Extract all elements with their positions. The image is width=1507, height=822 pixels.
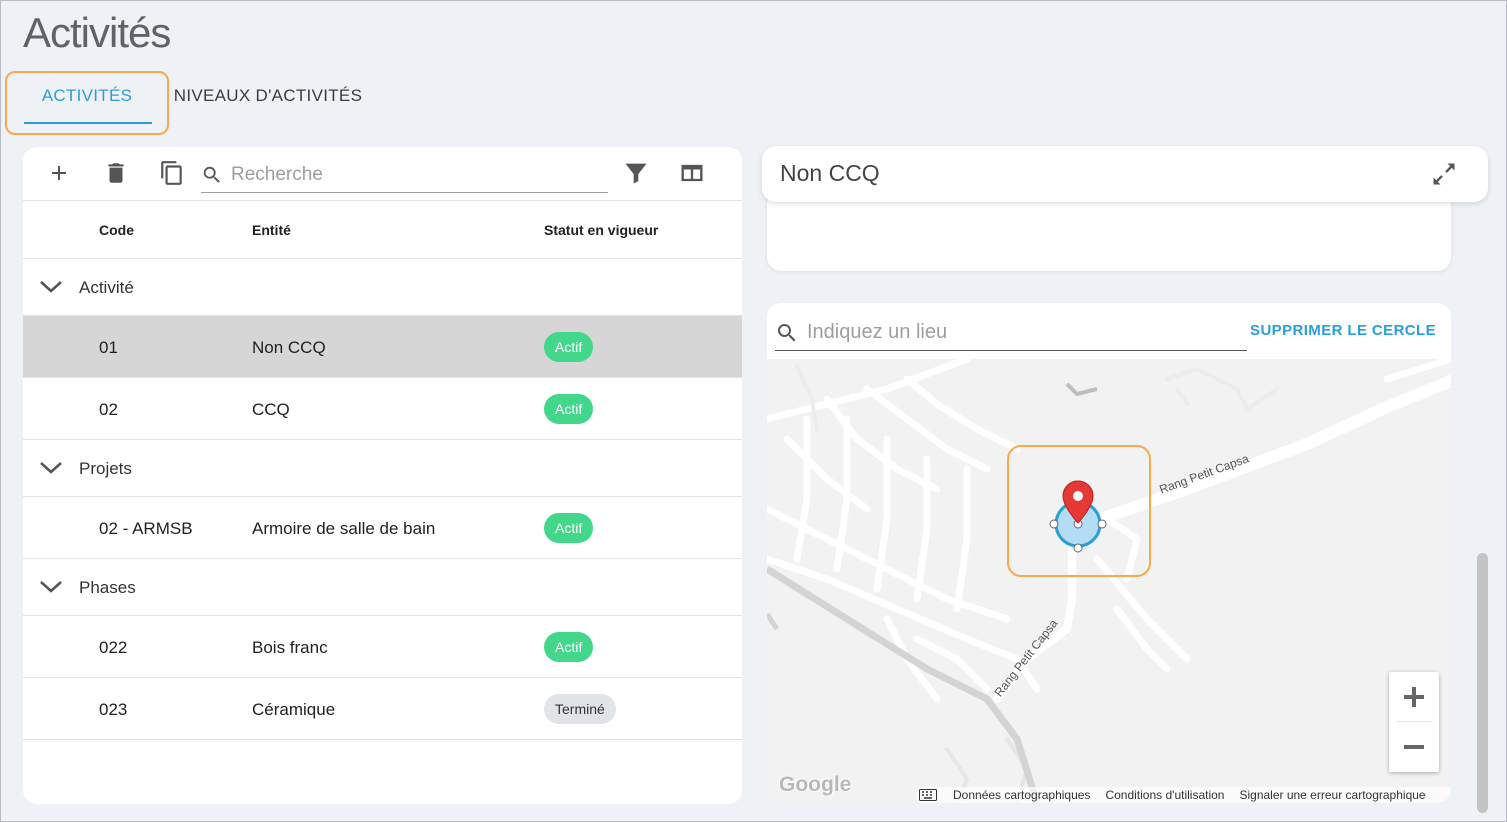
table-row[interactable]: 022 Bois franc Actif [23,616,742,678]
add-button[interactable] [43,157,75,189]
delete-icon [108,163,124,183]
status-badge: Actif [544,632,594,662]
search-input[interactable] [231,163,591,186]
map-marker-icon[interactable] [1060,479,1096,525]
search-icon [203,166,220,183]
expand-icon [1433,163,1455,185]
cell-code: 023 [99,700,128,719]
cell-code: 02 - ARMSB [99,519,193,538]
detail-card [767,191,1451,271]
columns-button[interactable] [676,157,708,189]
column-header-code[interactable]: Code [99,222,134,238]
map-attribution: Données cartographiques Conditions d'uti… [917,787,1451,803]
cell-entity: Bois franc [252,638,328,657]
tab-label: NIVEAUX D'ACTIVITÉS [173,86,363,105]
list-toolbar [23,147,742,201]
column-header-status[interactable]: Statut en vigueur [544,222,658,238]
column-header-entity[interactable]: Entité [252,222,291,238]
filter-icon [625,163,647,184]
table-row[interactable]: 02 CCQ Actif [23,378,742,440]
list-search [201,157,608,193]
expand-button[interactable] [1430,160,1458,193]
report-error-link[interactable]: Signaler une erreur cartographique [1239,788,1425,802]
keyboard-icon[interactable] [919,789,937,801]
terms-link[interactable]: Conditions d'utilisation [1105,788,1224,802]
map-data-link[interactable]: Données cartographiques [953,788,1090,802]
chevron-down-icon [40,281,62,293]
tab-niveaux-activites[interactable]: NIVEAUX D'ACTIVITÉS [173,71,363,135]
detail-title: Non CCQ [780,160,880,186]
columns-icon [681,164,703,182]
tab-active-indicator [24,122,152,124]
status-badge: Actif [544,513,594,543]
chevron-down-icon [40,581,62,593]
cell-entity: Armoire de salle de bain [252,519,436,538]
map-search [775,315,1247,351]
table-row[interactable]: 01 Non CCQ Actif [23,316,742,378]
chevron-down-icon [40,462,62,474]
table-header: Code Entité Statut en vigueur [23,201,742,259]
plus-icon [1404,687,1424,707]
tab-activites[interactable]: ACTIVITÉS [5,71,169,135]
cell-code: 022 [99,638,128,657]
page-title: Activités [23,9,171,56]
minus-icon [1404,745,1424,749]
map-view[interactable]: Rang Petit Capsa Rang Petit Capsa Google [767,359,1451,803]
cell-entity: Céramique [252,700,336,719]
activities-list-panel: Code Entité Statut en vigueur Activité 0… [23,147,742,804]
status-badge: Terminé [544,694,616,724]
table-row[interactable]: 02 - ARMSB Armoire de salle de bain Acti… [23,497,742,559]
map-roads [767,359,1451,803]
cell-code: 02 [99,400,118,419]
table-row[interactable]: 023 Céramique Terminé [23,678,742,740]
google-logo: Google [779,773,852,796]
location-input[interactable] [807,321,1237,344]
cell-entity: Non CCQ [252,338,326,357]
group-row-projets[interactable]: Projets [23,440,742,497]
copy-button[interactable] [156,157,188,189]
zoom-out-button[interactable] [1389,722,1439,772]
delete-circle-button[interactable]: SUPPRIMER LE CERCLE [1250,322,1436,339]
zoom-in-button[interactable] [1389,672,1439,722]
group-label: Activité [79,278,134,297]
group-label: Phases [79,578,136,597]
map-panel: SUPPRIMER LE CERCLE [767,303,1451,803]
detail-header: Non CCQ [762,146,1488,202]
scrollbar-thumb[interactable] [1477,553,1488,813]
group-row-phases[interactable]: Phases [23,559,742,616]
status-badge: Actif [544,394,594,424]
group-row-activite[interactable]: Activité [23,259,742,316]
group-label: Projets [79,459,132,478]
tab-label: ACTIVITÉS [41,86,133,105]
copy-icon [161,161,182,185]
add-icon [52,166,66,180]
delete-button[interactable] [100,157,132,189]
tab-bar: ACTIVITÉS NIVEAUX D'ACTIVITÉS [5,71,405,135]
status-badge: Actif [544,332,594,362]
cell-entity: CCQ [252,400,290,419]
search-icon [778,323,796,341]
zoom-controls [1389,672,1439,772]
cell-code: 01 [99,338,118,357]
filter-button[interactable] [620,157,652,189]
